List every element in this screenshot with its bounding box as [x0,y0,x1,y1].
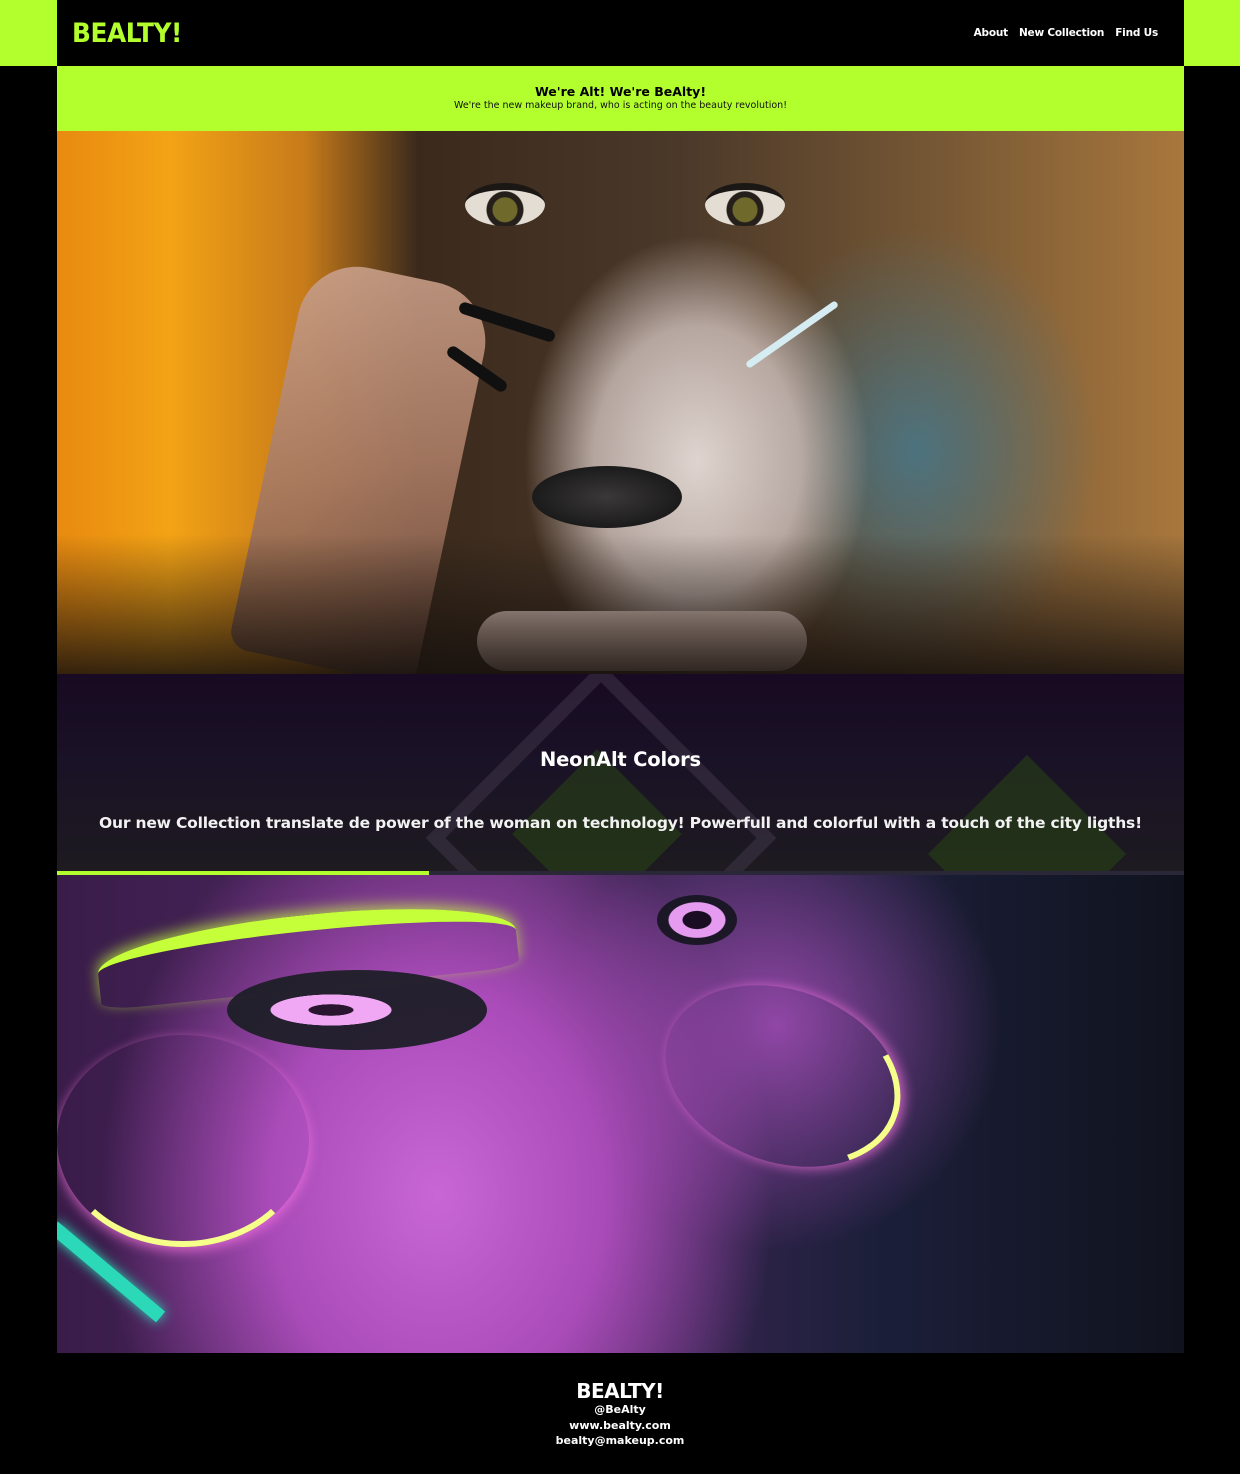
site-header: BEALTY! About New Collection Find Us [57,0,1184,66]
banner-title: We're Alt! We're BeAlty! [534,84,707,99]
footer-website-link[interactable]: www.bealty.com [0,1418,1240,1434]
left-accent-block [0,0,57,66]
hero-eye-right [705,183,785,226]
neon-collection-image[interactable] [57,875,1184,1353]
main-nav: About New Collection Find Us [974,27,1159,39]
hero-image [57,131,1184,674]
page: BEALTY! About New Collection Find Us We'… [0,0,1240,1474]
right-accent-block [1184,0,1240,66]
footer-logo: BEALTY! [576,1379,664,1403]
hero-eye-left [465,183,545,226]
background-triangle-fill [928,755,1126,871]
collection-section: NeonAlt Colors Our new Collection transl… [57,674,1184,871]
brand-logo[interactable]: BEALTY! [72,18,182,49]
banner-subtitle: We're the new makeup brand, who is actin… [453,100,788,111]
collection-title: NeonAlt Colors [540,748,701,771]
footer-social-handle[interactable]: @BeAlty [0,1402,1240,1418]
hero-shade [57,534,1184,674]
nav-find-us-link[interactable]: Find Us [1115,27,1158,39]
hero-lips [532,466,682,528]
collection-description: Our new Collection translate de power of… [99,814,1142,832]
neon-eye-right-shape [657,895,737,945]
site-footer: BEALTY! @BeAlty www.bealty.com bealty@ma… [0,1353,1240,1474]
neon-glow-line [639,953,927,1199]
nav-new-collection-link[interactable]: New Collection [1019,27,1104,39]
nav-about-link[interactable]: About [974,27,1009,39]
hero-face-stripe [744,300,840,369]
neon-glow-line [57,1035,309,1247]
neon-eye-shape [227,970,487,1050]
footer-email-link[interactable]: bealty@makeup.com [0,1433,1240,1449]
intro-banner: We're Alt! We're BeAlty! We're the new m… [57,66,1184,131]
